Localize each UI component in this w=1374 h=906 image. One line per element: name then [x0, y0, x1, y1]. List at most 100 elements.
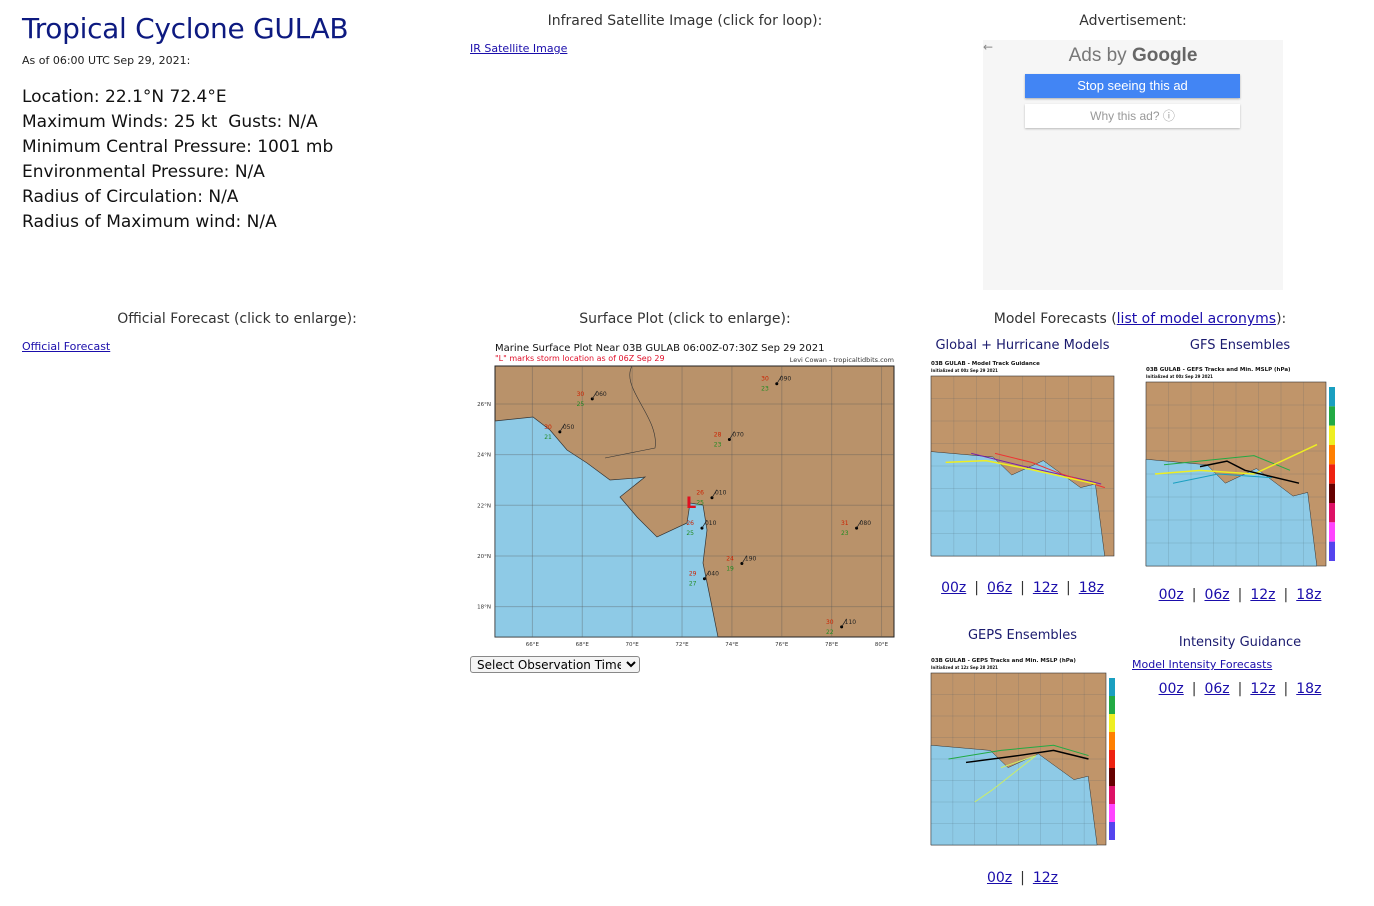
colorbar-segment: [1109, 822, 1115, 840]
station-pressure: 070: [732, 431, 744, 438]
colorbar-segment: [1329, 445, 1335, 465]
stop-seeing-ad-button[interactable]: Stop seeing this ad: [1025, 74, 1240, 98]
station-dew: 27: [689, 581, 697, 588]
separator: |: [1191, 587, 1197, 603]
plot-title: Marine Surface Plot Near 03B GULAB 06:00…: [495, 343, 825, 354]
run-link-12z[interactable]: 12z: [1033, 580, 1058, 596]
station-temp: 24: [726, 556, 734, 563]
separator: |: [1283, 681, 1289, 697]
station-temp: 30: [761, 376, 769, 383]
separator: |: [1066, 580, 1071, 596]
station-pressure: 050: [563, 424, 575, 431]
image-subtitle: Initialized at 00z Sep 29 2021: [931, 368, 998, 373]
station-temp: 30: [577, 391, 585, 398]
lat-tick: 24°N: [477, 453, 491, 459]
separator: |: [1191, 681, 1197, 697]
station-pressure: 010: [705, 520, 717, 527]
run-link-18z[interactable]: 18z: [1079, 580, 1104, 596]
image-subtitle: Initialized at 00z Sep 29 2021: [1146, 374, 1213, 379]
why-this-ad-button[interactable]: Why this ad? ⓘ: [1025, 104, 1240, 128]
global-runs: 00z | 06z | 12z | 18z: [925, 580, 1120, 596]
gefs-label: GFS Ensembles: [1189, 338, 1291, 353]
station-pressure: 010: [715, 490, 727, 497]
image-title: 03B GULAB - GEPS Tracks and Min. MSLP (h…: [931, 658, 1076, 664]
run-link-18z[interactable]: 18z: [1296, 681, 1321, 697]
page-title: Tropical Cyclone GULAB: [22, 12, 349, 45]
station-pressure: 090: [780, 376, 792, 383]
station-pressure: 080: [860, 520, 872, 527]
station-dew: 19: [726, 566, 734, 573]
colorbar-segment: [1109, 678, 1115, 696]
lat-tick: 18°N: [477, 605, 491, 611]
run-link-06z[interactable]: 06z: [1204, 681, 1229, 697]
lon-tick: 70°E: [626, 642, 640, 648]
station-pressure: 040: [707, 571, 719, 578]
image-title: 03B GULAB - Model Track Guidance: [931, 361, 1040, 367]
station-temp: 30: [544, 424, 552, 431]
station-dew: 25: [696, 500, 704, 507]
colorbar-segment: [1329, 483, 1335, 503]
ir-satellite-link[interactable]: IR Satellite Image: [470, 42, 567, 55]
geps-image[interactable]: 03B GULAB - GEPS Tracks and Min. MSLP (h…: [928, 655, 1128, 857]
run-link-06z[interactable]: 06z: [1204, 587, 1229, 603]
station-temp: 30: [826, 619, 834, 626]
run-link-00z[interactable]: 00z: [1159, 681, 1184, 697]
station-temp: 28: [714, 431, 722, 438]
run-link-12z[interactable]: 12z: [1033, 870, 1058, 886]
gefs-image[interactable]: 03B GULAB - GEFS Tracks and Min. MSLP (h…: [1143, 364, 1348, 578]
surface-plot-image[interactable]: Marine Surface Plot Near 03B GULAB 06:00…: [470, 338, 900, 650]
station-dew: 21: [544, 434, 552, 441]
as-of-timestamp: As of 06:00 UTC Sep 29, 2021:: [22, 54, 191, 67]
model-intensity-link[interactable]: Model Intensity Forecasts: [1132, 658, 1272, 671]
station-dew: 23: [714, 441, 722, 448]
radius-circulation: Radius of Circulation: N/A: [22, 187, 239, 207]
plot-subtitle: "L" marks storm location as of 06Z Sep 2…: [495, 354, 665, 363]
global-models-image[interactable]: 03B GULAB - Model Track Guidance Initiali…: [928, 358, 1120, 568]
run-link-12z[interactable]: 12z: [1250, 587, 1275, 603]
colorbar-segment: [1109, 804, 1115, 822]
lon-tick: 68°E: [576, 642, 590, 648]
station-temp: 26: [696, 490, 704, 497]
official-forecast-link[interactable]: Official Forecast: [22, 340, 110, 353]
ad-panel: ← Ads by Google Stop seeing this ad Why …: [983, 40, 1283, 290]
station-dew: 25: [686, 530, 694, 537]
run-link-12z[interactable]: 12z: [1250, 681, 1275, 697]
image-subtitle: Initialized at 12z Sep 28 2021: [931, 665, 998, 670]
gefs-runs: 00z | 06z | 12z | 18z: [1140, 587, 1340, 603]
lat-tick: 20°N: [477, 554, 491, 560]
station-pressure: 190: [745, 556, 757, 563]
storm-marker: L: [686, 493, 696, 512]
station-dew: 22: [826, 629, 834, 636]
colorbar-segment: [1109, 714, 1115, 732]
image-title: 03B GULAB - GEFS Tracks and Min. MSLP (h…: [1146, 367, 1291, 373]
run-link-06z[interactable]: 06z: [987, 580, 1012, 596]
station-dew: 25: [577, 401, 585, 408]
env-pressure: Environmental Pressure: N/A: [22, 162, 265, 182]
colorbar-segment: [1109, 750, 1115, 768]
observation-time-select[interactable]: Select Observation Time...: [470, 656, 640, 673]
colorbar-segment: [1329, 425, 1335, 445]
run-link-00z[interactable]: 00z: [987, 870, 1012, 886]
colorbar-segment: [1109, 696, 1115, 714]
lon-tick: 72°E: [675, 642, 689, 648]
station-temp: 26: [686, 520, 694, 527]
colorbar-segment: [1109, 732, 1115, 750]
intensity-runs: 00z | 06z | 12z | 18z: [1140, 681, 1340, 697]
separator: |: [1237, 587, 1243, 603]
lon-tick: 78°E: [825, 642, 839, 648]
lat-tick: 26°N: [477, 402, 491, 408]
min-pressure: Minimum Central Pressure: 1001 mb: [22, 137, 334, 157]
station-pressure: 110: [845, 619, 857, 626]
geps-runs: 00z | 12z: [925, 870, 1120, 886]
run-link-18z[interactable]: 18z: [1296, 587, 1321, 603]
run-link-00z[interactable]: 00z: [941, 580, 966, 596]
station-pressure: 060: [595, 391, 607, 398]
run-link-00z[interactable]: 00z: [1159, 587, 1184, 603]
global-models-label: Global + Hurricane Models: [935, 338, 1110, 353]
intensity-label: Intensity Guidance: [1178, 635, 1302, 650]
colorbar-segment: [1329, 406, 1335, 426]
official-heading: Official Forecast (click to enlarge):: [117, 311, 357, 327]
separator: |: [974, 580, 979, 596]
model-acronyms-link[interactable]: list of model acronyms: [1117, 311, 1276, 327]
radius-max-wind: Radius of Maximum wind: N/A: [22, 212, 277, 232]
